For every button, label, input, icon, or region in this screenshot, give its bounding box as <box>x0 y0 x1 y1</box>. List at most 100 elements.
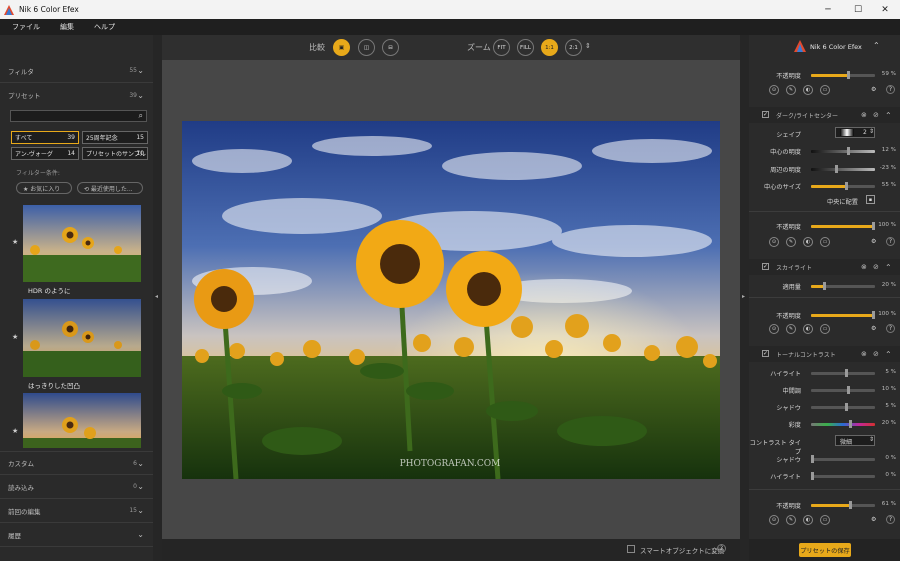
skylight-header[interactable]: ✓ スカイライト ⊗ ⊘ ⌃ <box>749 259 900 275</box>
tag-25th[interactable]: 25周年記念 15 <box>82 131 148 144</box>
shadow2-slider[interactable] <box>811 455 875 463</box>
delete-filter-icon[interactable]: ⊗ <box>861 263 867 271</box>
search-icon[interactable]: ⌕ <box>139 111 143 121</box>
previous-edit-section[interactable]: 前回の編集 15 ⌄ <box>0 499 153 523</box>
help-icon[interactable]: ? <box>886 324 895 333</box>
zoom-2-1-button[interactable]: 2:1 <box>565 39 582 56</box>
tonal-header[interactable]: ✓ トーナルコントラスト ⊗ ⊘ ⌃ <box>749 346 900 362</box>
opacity-slider[interactable] <box>811 311 875 319</box>
star-icon[interactable]: ★ <box>12 238 18 246</box>
skylight-enable-checkbox[interactable]: ✓ <box>762 263 769 270</box>
center-place-button[interactable]: ▪ <box>866 195 875 204</box>
midtone-slider[interactable] <box>811 386 875 394</box>
slider-knob[interactable] <box>847 71 850 79</box>
slider-knob[interactable] <box>847 386 850 394</box>
brush-icon[interactable]: ✎ <box>786 515 796 525</box>
slider-knob[interactable] <box>823 282 826 290</box>
delete-filter-icon[interactable]: ⊗ <box>861 111 867 119</box>
darklight-enable-checkbox[interactable]: ✓ <box>762 111 769 118</box>
minimize-button[interactable]: ─ <box>813 0 843 19</box>
gradient-icon[interactable]: ◐ <box>803 85 813 95</box>
left-panel-toggle[interactable]: ◂ <box>153 35 162 561</box>
slider-knob[interactable] <box>811 472 814 480</box>
reset-icon[interactable]: ⊘ <box>873 350 879 358</box>
gradient-icon[interactable]: ◐ <box>803 237 813 247</box>
slider-knob[interactable] <box>847 147 850 155</box>
custom-section[interactable]: カスタム 6 ⌄ <box>0 451 153 475</box>
import-section[interactable]: 読み込み 0 ⌄ <box>0 475 153 499</box>
side-by-side-icon[interactable]: ⊟ <box>382 39 399 56</box>
tonal-enable-checkbox[interactable]: ✓ <box>762 350 769 357</box>
save-preset-button[interactable]: プリセットの保存 <box>799 543 851 557</box>
split-view-icon[interactable]: ◫ <box>358 39 375 56</box>
delete-filter-icon[interactable]: ⊗ <box>861 350 867 358</box>
chevron-up-icon[interactable]: ⌃ <box>885 111 892 120</box>
single-view-icon[interactable]: ▣ <box>333 39 350 56</box>
brush-icon[interactable]: ✎ <box>786 85 796 95</box>
help-icon[interactable]: ? <box>886 85 895 94</box>
star-icon[interactable]: ★ <box>12 333 18 341</box>
control-point-icon[interactable]: ⊙ <box>769 515 779 525</box>
slider-knob[interactable] <box>845 403 848 411</box>
zoom-fit-button[interactable]: FIT <box>493 39 510 56</box>
smart-object-checkbox[interactable] <box>627 545 635 553</box>
mask-view-icon[interactable]: ▭ <box>820 237 830 247</box>
history-section[interactable]: 履歴 ⌄ <box>0 523 153 547</box>
settings-icon[interactable]: ⚙ <box>871 86 876 93</box>
gradient-icon[interactable]: ◐ <box>803 515 813 525</box>
edge-brightness-slider[interactable] <box>811 165 875 173</box>
chevron-up-icon[interactable]: ⌃ <box>885 263 892 272</box>
close-button[interactable]: ✕ <box>870 0 900 19</box>
chevron-up-icon[interactable]: ⌃ <box>885 350 892 359</box>
maximize-button[interactable]: ☐ <box>843 0 873 19</box>
preset-section[interactable]: プリセット 39 ⌄ <box>0 83 153 107</box>
tag-all[interactable]: すべて 39 <box>11 131 79 144</box>
slider-knob[interactable] <box>849 420 852 428</box>
control-point-icon[interactable]: ⊙ <box>769 237 779 247</box>
zoom-stepper-icon[interactable]: ⇕ <box>585 42 591 50</box>
slider-knob[interactable] <box>849 501 852 509</box>
highlight2-slider[interactable] <box>811 472 875 480</box>
help-icon[interactable]: ? <box>886 237 895 246</box>
tag-sample[interactable]: プリセットのサンプル 10 <box>82 147 148 160</box>
shadow-slider[interactable] <box>811 403 875 411</box>
menu-file[interactable]: ファイル <box>12 22 40 32</box>
center-brightness-slider[interactable] <box>811 147 875 155</box>
preset-thumbnail[interactable] <box>23 393 141 448</box>
slider-knob[interactable] <box>845 369 848 377</box>
sunflower-photo[interactable]: PHOTOGRAFAN.COM <box>182 121 720 479</box>
favorites-filter[interactable]: ★ お気に入り <box>16 182 72 194</box>
highlight-slider[interactable] <box>811 369 875 377</box>
control-point-icon[interactable]: ⊙ <box>769 85 779 95</box>
menu-edit[interactable]: 編集 <box>60 22 74 32</box>
opacity-slider[interactable] <box>811 71 875 79</box>
preset-search-input[interactable]: ⌕ <box>10 110 147 122</box>
shape-select[interactable]: 2 ⇕ <box>835 127 875 138</box>
brush-icon[interactable]: ✎ <box>786 324 796 334</box>
menu-help[interactable]: ヘルプ <box>94 22 115 32</box>
preset-thumbnail[interactable] <box>23 205 141 282</box>
mask-view-icon[interactable]: ▭ <box>820 515 830 525</box>
settings-icon[interactable]: ⚙ <box>871 516 876 523</box>
collapse-all-icon[interactable]: ⌃ <box>873 41 880 50</box>
opacity-slider[interactable] <box>811 222 875 230</box>
help-icon[interactable]: ? <box>717 544 726 553</box>
amount-slider[interactable] <box>811 282 875 290</box>
reset-icon[interactable]: ⊘ <box>873 263 879 271</box>
preset-thumbnail[interactable] <box>23 299 141 377</box>
mask-view-icon[interactable]: ▭ <box>820 85 830 95</box>
brush-icon[interactable]: ✎ <box>786 237 796 247</box>
help-icon[interactable]: ? <box>886 515 895 524</box>
zoom-fill-button[interactable]: FILL <box>517 39 534 56</box>
darklight-header[interactable]: ✓ ダーク/ライトセンター ⊗ ⊘ ⌃ <box>749 107 900 123</box>
slider-knob[interactable] <box>811 455 814 463</box>
slider-knob[interactable] <box>845 182 848 190</box>
gradient-icon[interactable]: ◐ <box>803 324 813 334</box>
control-point-icon[interactable]: ⊙ <box>769 324 779 334</box>
mask-view-icon[interactable]: ▭ <box>820 324 830 334</box>
recent-filter[interactable]: ⟲ 最近使用した... <box>77 182 143 194</box>
saturation-slider[interactable] <box>811 420 875 428</box>
slider-knob[interactable] <box>835 165 838 173</box>
zoom-1-1-button[interactable]: 1:1 <box>541 39 558 56</box>
opacity-slider[interactable] <box>811 501 875 509</box>
